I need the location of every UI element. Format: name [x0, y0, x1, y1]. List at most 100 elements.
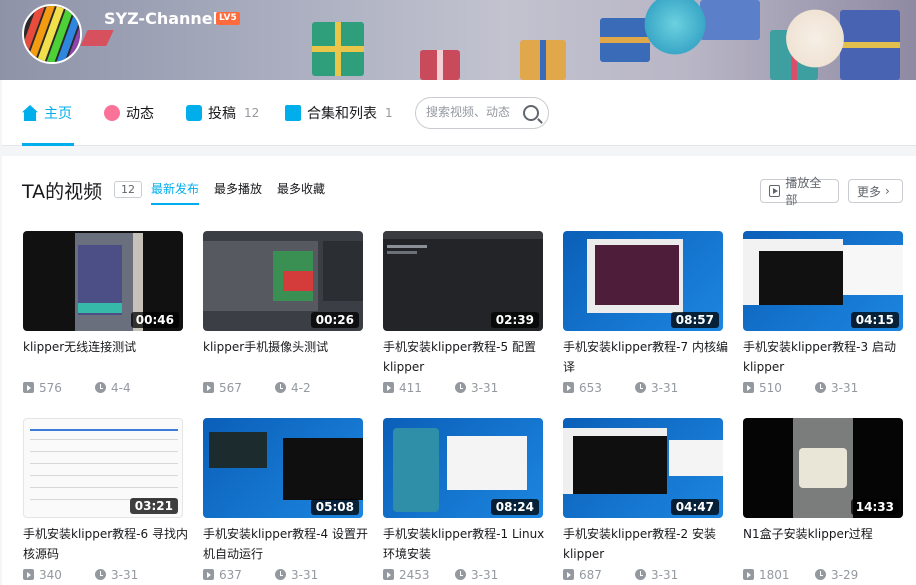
video-duration: 08:24 — [490, 499, 539, 515]
upload-date: 4-4 — [111, 381, 131, 395]
video-thumbnail[interactable]: 05:08 — [203, 418, 363, 518]
username[interactable]: SYZ-Channel — [104, 9, 218, 28]
video-meta: 510 3-31 — [743, 381, 911, 395]
avatar[interactable] — [22, 4, 82, 64]
video-meta: 567 4-2 — [203, 381, 371, 395]
level-badge: LV5 — [216, 12, 240, 25]
video-meta: 1801 3-29 — [743, 568, 911, 582]
video-title[interactable]: 手机安装klipper教程-5 配置klipper — [383, 337, 551, 377]
play-count-icon — [203, 569, 214, 580]
play-all-label: 播放全部 — [785, 176, 822, 207]
dynamics-icon — [104, 105, 120, 121]
tab-home[interactable]: 主页 — [22, 80, 72, 146]
video-duration: 04:15 — [850, 312, 899, 328]
play-count: 567 — [219, 381, 242, 395]
video-thumbnail[interactable]: 02:39 — [383, 231, 543, 331]
tab-collections-label: 合集和列表 — [307, 106, 377, 122]
video-thumbnail[interactable]: 00:26 — [203, 231, 363, 331]
play-count: 1801 — [759, 568, 790, 582]
play-count-icon — [383, 382, 394, 393]
play-count: 2453 — [399, 568, 430, 582]
sort-tab-most-favorited[interactable]: 最多收藏 — [277, 180, 325, 197]
video-thumbnail[interactable]: 04:47 — [563, 418, 723, 518]
play-count-icon — [23, 569, 34, 580]
video-title[interactable]: klipper无线连接测试 — [23, 337, 191, 357]
character-illustration — [640, 0, 710, 60]
video-thumbnail[interactable]: 08:57 — [563, 231, 723, 331]
video-thumbnail[interactable]: 03:21 — [23, 418, 183, 518]
video-thumbnail[interactable]: 14:33 — [743, 418, 903, 518]
video-title[interactable]: 手机安装klipper教程-6 寻找内核源码 — [23, 524, 191, 564]
video-title[interactable]: 手机安装klipper教程-3 启动klipper — [743, 337, 911, 377]
more-button[interactable]: 更多 › — [848, 179, 903, 203]
tab-home-label: 主页 — [44, 106, 72, 122]
video-title[interactable]: klipper手机摄像头测试 — [203, 337, 371, 357]
tab-collections-count: 1 — [385, 106, 393, 120]
uploads-icon — [186, 105, 202, 121]
sort-tab-latest[interactable]: 最新发布 — [151, 180, 199, 197]
section-count: 12 — [114, 181, 142, 198]
video-thumbnail[interactable]: 04:15 — [743, 231, 903, 331]
video-meta: 637 3-31 — [203, 568, 371, 582]
tab-uploads[interactable]: 投稿 12 — [186, 80, 259, 146]
search-box — [415, 97, 549, 129]
clock-icon — [95, 382, 106, 393]
upload-date: 4-2 — [291, 381, 311, 395]
tab-dynamics[interactable]: 动态 — [104, 80, 154, 146]
play-count: 576 — [39, 381, 62, 395]
video-thumbnail[interactable]: 00:46 — [23, 231, 183, 331]
clock-icon — [95, 569, 106, 580]
tab-dynamics-label: 动态 — [126, 106, 154, 122]
play-count-icon — [203, 382, 214, 393]
play-count-icon — [383, 569, 394, 580]
clock-icon — [455, 382, 466, 393]
video-title[interactable]: N1盒子安装klipper过程 — [743, 524, 911, 544]
video-duration: 04:47 — [670, 499, 719, 515]
video-title[interactable]: 手机安装klipper教程-1 Linux环境安装 — [383, 524, 551, 564]
active-tab-indicator — [22, 143, 74, 146]
tab-collections[interactable]: 合集和列表 1 — [285, 80, 393, 146]
upload-date: 3-31 — [291, 568, 319, 582]
clock-icon — [815, 569, 826, 580]
sort-tab-most-played[interactable]: 最多播放 — [214, 180, 262, 197]
upload-date: 3-31 — [831, 381, 859, 395]
upload-date: 3-31 — [471, 381, 499, 395]
upload-date: 3-31 — [651, 381, 679, 395]
play-all-button[interactable]: 播放全部 — [760, 176, 839, 207]
chevron-right-icon: › — [885, 184, 890, 198]
video-duration: 00:26 — [310, 312, 359, 328]
clock-icon — [635, 569, 646, 580]
home-icon — [22, 105, 38, 121]
search-icon[interactable] — [523, 105, 539, 121]
upload-date: 3-31 — [651, 568, 679, 582]
section-title: TA的视频 — [22, 181, 103, 203]
video-title[interactable]: 手机安装klipper教程-7 内核编译 — [563, 337, 731, 377]
video-meta: 340 3-31 — [23, 568, 191, 582]
clock-icon — [275, 382, 286, 393]
video-thumbnail[interactable]: 08:24 — [383, 418, 543, 518]
gift-box-decoration — [420, 50, 460, 80]
video-title[interactable]: 手机安装klipper教程-4 设置开机自动运行 — [203, 524, 371, 564]
video-duration: 00:46 — [130, 312, 179, 328]
video-meta: 576 4-4 — [23, 381, 191, 395]
play-count: 411 — [399, 381, 422, 395]
upload-date: 3-29 — [831, 568, 859, 582]
tab-uploads-label: 投稿 — [208, 106, 236, 122]
upload-date: 3-31 — [111, 568, 139, 582]
clock-icon — [275, 569, 286, 580]
video-duration: 03:21 — [129, 498, 178, 514]
video-meta: 653 3-31 — [563, 381, 731, 395]
video-meta: 411 3-31 — [383, 381, 551, 395]
search-input[interactable] — [426, 105, 522, 119]
gift-box-decoration — [312, 22, 364, 76]
play-count-icon — [563, 382, 574, 393]
upload-date: 3-31 — [471, 568, 499, 582]
ribbon-decoration — [80, 30, 114, 46]
video-title[interactable]: 手机安装klipper教程-2 安装klipper — [563, 524, 731, 564]
gift-box-decoration — [520, 40, 566, 80]
play-count: 687 — [579, 568, 602, 582]
video-duration: 02:39 — [490, 312, 539, 328]
play-count-icon — [743, 569, 754, 580]
clock-icon — [455, 569, 466, 580]
video-duration: 05:08 — [310, 499, 359, 515]
